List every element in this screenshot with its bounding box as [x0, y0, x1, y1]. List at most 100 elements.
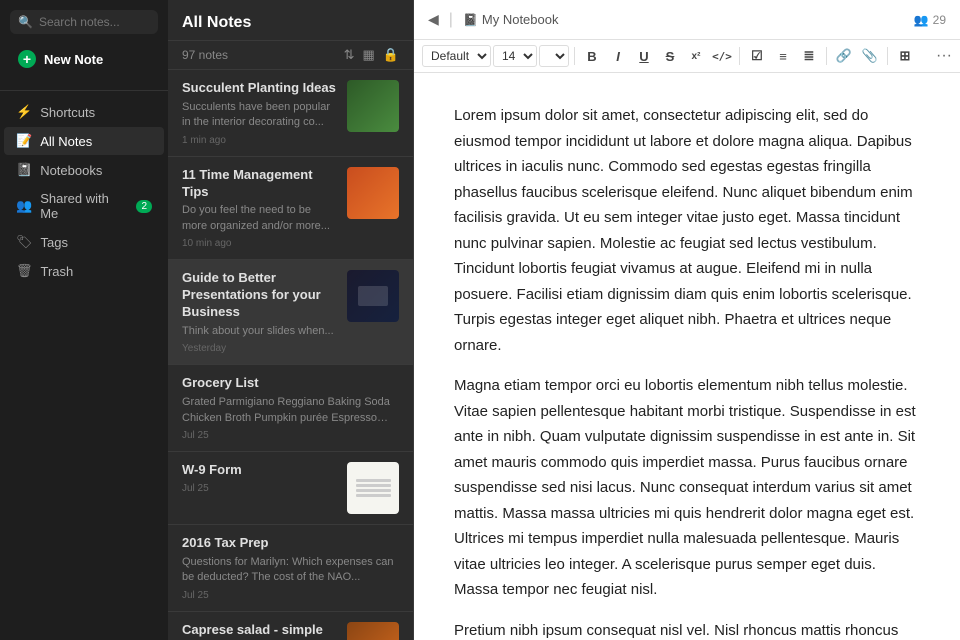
- note-content-5: W-9 Form Jul 25: [182, 462, 339, 514]
- sidebar-divider: [0, 90, 168, 91]
- link-button[interactable]: 🔗: [832, 44, 856, 68]
- notes-actions: ⇅ ▦ 🔒: [344, 47, 399, 63]
- new-note-label: New Note: [44, 52, 103, 67]
- editor-paragraph: Lorem ipsum dolor sit amet, consectetur …: [454, 103, 920, 358]
- sidebar-items: ⚡ Shortcuts 📝 All Notes 📓 Notebooks 👥 Sh…: [0, 97, 168, 286]
- note-title-6: 2016 Tax Prep: [182, 535, 399, 552]
- font-size-select[interactable]: 14: [493, 45, 537, 67]
- users-icon: 👥: [914, 13, 929, 27]
- note-preview-2: Do you feel the need to be more organize…: [182, 203, 339, 234]
- attach-button[interactable]: 📎: [858, 44, 882, 68]
- note-item-6[interactable]: 2016 Tax Prep Questions for Marilyn: Whi…: [168, 525, 413, 612]
- note-time-6: Jul 25: [182, 590, 399, 601]
- new-note-button[interactable]: + New Note: [10, 44, 158, 74]
- editor-topbar: ◀ | 📓 My Notebook 👥 29: [414, 0, 960, 40]
- plus-icon: +: [18, 50, 36, 68]
- note-item-2[interactable]: 11 Time Management Tips Do you feel the …: [168, 157, 413, 261]
- editor: ◀ | 📓 My Notebook 👥 29 Default 14 ■ B I …: [414, 0, 960, 640]
- sidebar-item-shortcuts[interactable]: ⚡ Shortcuts: [4, 98, 164, 126]
- sidebar-item-icon-tags: 🏷: [16, 234, 33, 250]
- numbered-button[interactable]: ≣: [797, 44, 821, 68]
- note-time-5: Jul 25: [182, 483, 339, 494]
- code-button[interactable]: </>: [710, 44, 734, 68]
- topbar-separator: |: [449, 11, 453, 29]
- note-content-3: Guide to Better Presentations for your B…: [182, 270, 339, 354]
- checkbox-button[interactable]: ☑: [745, 44, 769, 68]
- font-style-select[interactable]: Default: [422, 45, 491, 67]
- note-title-1: Succulent Planting Ideas: [182, 80, 339, 97]
- note-preview-3: Think about your slides when...: [182, 324, 339, 339]
- search-icon: 🔍: [18, 15, 33, 29]
- note-preview-6: Questions for Marilyn: Which expenses ca…: [182, 555, 399, 586]
- note-content-1: Succulent Planting Ideas Succulents have…: [182, 80, 339, 146]
- note-item-4[interactable]: Grocery List Grated Parmigiano Reggiano …: [168, 365, 413, 452]
- lock-icon[interactable]: 🔒: [383, 47, 399, 63]
- note-title-5: W-9 Form: [182, 462, 339, 479]
- sidebar-item-label-tags: Tags: [41, 235, 68, 250]
- note-time-4: Jul 25: [182, 430, 399, 441]
- note-preview-1: Succulents have been popular in the inte…: [182, 100, 339, 131]
- toolbar-sep-4: [887, 47, 888, 65]
- note-title-4: Grocery List: [182, 375, 399, 392]
- note-thumb-2: [347, 167, 399, 219]
- users-count: 👥 29: [914, 13, 946, 27]
- note-content-6: 2016 Tax Prep Questions for Marilyn: Whi…: [182, 535, 399, 601]
- font-color-select[interactable]: ■: [539, 45, 569, 67]
- note-content-2: 11 Time Management Tips Do you feel the …: [182, 167, 339, 250]
- back-button[interactable]: ◀: [428, 11, 439, 28]
- sidebar-item-trash[interactable]: 🗑 Trash: [4, 257, 164, 285]
- sort-icon[interactable]: ⇅: [344, 47, 355, 63]
- notes-header: All Notes: [168, 0, 413, 41]
- note-item-5[interactable]: W-9 Form Jul 25: [168, 452, 413, 525]
- note-time-1: 1 min ago: [182, 135, 339, 146]
- sidebar-item-all-notes[interactable]: 📝 All Notes: [4, 127, 164, 155]
- superscript-button[interactable]: x²: [684, 44, 708, 68]
- sidebar-item-icon-shortcuts: ⚡: [16, 104, 32, 120]
- note-thumb-1: [347, 80, 399, 132]
- note-item-7[interactable]: Caprese salad - simple and: [168, 612, 413, 640]
- note-content-4: Grocery List Grated Parmigiano Reggiano …: [182, 375, 399, 441]
- notebook-name: 📓 My Notebook: [463, 12, 559, 27]
- sidebar-item-label-shortcuts: Shortcuts: [40, 105, 95, 120]
- note-time-3: Yesterday: [182, 343, 339, 354]
- editor-paragraph: Pretium nibh ipsum consequat nisl vel. N…: [454, 618, 920, 640]
- notes-count: 97 notes: [182, 48, 228, 62]
- sidebar-item-shared[interactable]: 👥 Shared with Me 2: [4, 185, 164, 227]
- strikethrough-button[interactable]: S: [658, 44, 682, 68]
- bullet-button[interactable]: ≡: [771, 44, 795, 68]
- notes-list: All Notes 97 notes ⇅ ▦ 🔒 Succulent Plant…: [168, 0, 414, 640]
- underline-button[interactable]: U: [632, 44, 656, 68]
- note-item-3[interactable]: Guide to Better Presentations for your B…: [168, 260, 413, 365]
- notes-meta: 97 notes ⇅ ▦ 🔒: [168, 41, 413, 70]
- toolbar-sep-3: [826, 47, 827, 65]
- note-item-1[interactable]: Succulent Planting Ideas Succulents have…: [168, 70, 413, 157]
- bold-button[interactable]: B: [580, 44, 604, 68]
- note-preview-4: Grated Parmigiano Reggiano Baking Soda C…: [182, 395, 399, 426]
- sidebar-item-label-trash: Trash: [41, 264, 74, 279]
- notes-scroll[interactable]: Succulent Planting Ideas Succulents have…: [168, 70, 413, 640]
- note-title-3: Guide to Better Presentations for your B…: [182, 270, 339, 321]
- search-input[interactable]: [39, 15, 150, 29]
- italic-button[interactable]: I: [606, 44, 630, 68]
- editor-content[interactable]: Lorem ipsum dolor sit amet, consectetur …: [414, 73, 960, 640]
- note-thumb-7: [347, 622, 399, 640]
- table-button[interactable]: ⊞: [893, 44, 917, 68]
- sidebar-item-icon-shared: 👥: [16, 198, 32, 214]
- note-content-7: Caprese salad - simple and: [182, 622, 339, 640]
- sidebar-item-label-notebooks: Notebooks: [40, 163, 102, 178]
- note-title-7: Caprese salad - simple and: [182, 622, 339, 640]
- sidebar-item-notebooks[interactable]: 📓 Notebooks: [4, 156, 164, 184]
- toolbar-sep-2: [739, 47, 740, 65]
- sidebar-item-icon-notebooks: 📓: [16, 162, 32, 178]
- users-count-text: 29: [933, 13, 946, 27]
- editor-paragraph: Magna etiam tempor orci eu lobortis elem…: [454, 373, 920, 603]
- sidebar-item-label-all-notes: All Notes: [40, 134, 92, 149]
- sidebar: 🔍 + New Note ⚡ Shortcuts 📝 All Notes 📓 N…: [0, 0, 168, 640]
- notes-list-title: All Notes: [182, 14, 399, 32]
- more-button[interactable]: ···: [936, 47, 952, 65]
- search-bar[interactable]: 🔍: [10, 10, 158, 34]
- badge-shared: 2: [136, 200, 152, 213]
- toolbar-sep-1: [574, 47, 575, 65]
- view-icon[interactable]: ▦: [363, 47, 375, 63]
- sidebar-item-tags[interactable]: 🏷 Tags: [4, 228, 164, 256]
